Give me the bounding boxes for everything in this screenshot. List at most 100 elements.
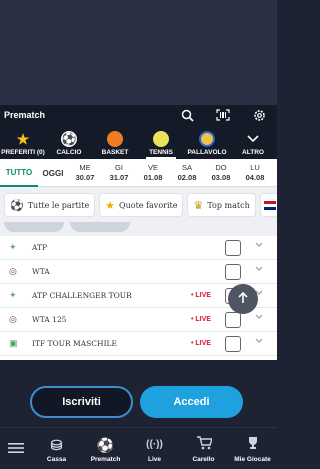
day-date: 04.08 bbox=[245, 173, 265, 182]
sport-tab-label: TENNIS bbox=[149, 149, 173, 156]
favorite-checkbox[interactable] bbox=[225, 240, 241, 256]
chevron-down-icon[interactable] bbox=[255, 241, 265, 251]
chevron-down-icon[interactable] bbox=[255, 337, 265, 347]
nav-label: Mie Giocate bbox=[234, 455, 271, 463]
sport-tab-label: PREFERITI (0) bbox=[1, 149, 45, 156]
sport-tab-calcio[interactable]: ⚽ CALCIO bbox=[46, 125, 92, 159]
itf-icon: ▣ bbox=[9, 338, 18, 348]
chip-top-match[interactable]: ♛ Top match bbox=[187, 193, 256, 217]
menu-button[interactable] bbox=[0, 428, 32, 469]
trophy-icon: ♛ bbox=[193, 198, 204, 212]
nav-carello[interactable]: Carello bbox=[179, 428, 228, 469]
register-button[interactable]: Iscriviti bbox=[30, 386, 133, 418]
sport-tab-label: PALLAVOLO bbox=[187, 149, 227, 156]
tennis-ball-icon bbox=[153, 131, 169, 147]
date-tab-day[interactable]: DO 03.08 bbox=[204, 159, 238, 187]
day-label: VE bbox=[147, 163, 158, 172]
nav-mie-giocate[interactable]: Mie Giocate bbox=[228, 428, 277, 469]
volleyball-icon bbox=[199, 131, 215, 147]
date-tab-day[interactable]: ME 30.07 bbox=[68, 159, 102, 187]
nav-label: Prematch bbox=[90, 455, 121, 463]
search-icon[interactable] bbox=[169, 105, 205, 125]
date-tab-oggi[interactable]: OGGI bbox=[38, 159, 68, 187]
carousel-placeholder bbox=[70, 222, 130, 232]
day-label: ME bbox=[79, 163, 91, 172]
nav-label: Cassa bbox=[46, 455, 67, 463]
date-tab-tutto[interactable]: TUTTO bbox=[0, 159, 38, 187]
sport-tab-altro[interactable]: ALTRO bbox=[230, 125, 276, 159]
soccer-ball-icon: ⚽ bbox=[96, 436, 115, 453]
tournament-name: ATP bbox=[32, 243, 48, 252]
sport-tab-label: ALTRO bbox=[242, 149, 264, 156]
live-badge: • LIVE bbox=[191, 316, 211, 323]
chip-label: Quote favorite bbox=[119, 200, 178, 210]
day-date: 30.07 bbox=[75, 173, 95, 182]
bottom-nav: ⛁ Cassa ⚽ Prematch ((·)) Live Carello Mi… bbox=[0, 427, 277, 469]
nav-cassa[interactable]: ⛁ Cassa bbox=[32, 428, 81, 469]
star-icon: ★ bbox=[16, 131, 30, 147]
atp-icon: ✦ bbox=[9, 290, 17, 300]
atp-icon: ✦ bbox=[9, 242, 17, 252]
basketball-icon bbox=[107, 131, 123, 147]
wta-icon: ◎ bbox=[9, 314, 17, 324]
day-date: 01.08 bbox=[143, 173, 163, 182]
favorite-checkbox[interactable] bbox=[225, 312, 241, 328]
date-tab-day[interactable]: VE 01.08 bbox=[136, 159, 170, 187]
quick-filter-chips: ⚽ Tutte le partite ★ Quote favorite ♛ To… bbox=[0, 188, 277, 222]
wta-icon: ◎ bbox=[9, 266, 17, 276]
arrow-up-icon bbox=[238, 291, 248, 307]
hamburger-menu-icon bbox=[8, 442, 24, 456]
tournament-row[interactable]: ◎ WTA bbox=[0, 260, 277, 284]
tournament-row[interactable]: ▣ ITF TOUR MASCHILE • LIVE bbox=[0, 332, 277, 356]
favorite-checkbox[interactable] bbox=[225, 336, 241, 352]
live-badge: • LIVE bbox=[191, 340, 211, 347]
top-dark-area bbox=[0, 0, 277, 105]
chevron-down-icon bbox=[245, 131, 261, 147]
coins-icon: ⛁ bbox=[50, 436, 63, 453]
tournament-name: ATP CHALLENGER TOUR bbox=[32, 291, 132, 300]
sport-tab-label: BASKET bbox=[101, 149, 129, 156]
day-date: 31.07 bbox=[109, 173, 129, 182]
date-tab-day[interactable]: SA 02.08 bbox=[170, 159, 204, 187]
cart-icon bbox=[196, 435, 213, 454]
qr-scan-icon[interactable] bbox=[205, 105, 241, 125]
sport-tab-label: CALCIO bbox=[56, 149, 82, 156]
chevron-down-icon[interactable] bbox=[255, 265, 265, 275]
sport-tab-pallavolo[interactable]: PALLAVOLO bbox=[184, 125, 230, 159]
chip-label: Tutte le partite bbox=[27, 200, 90, 210]
sport-tab-tennis[interactable]: TENNIS bbox=[138, 125, 184, 159]
soccer-ball-icon: ⚽ bbox=[10, 198, 24, 212]
day-label: DO bbox=[215, 163, 227, 172]
prematch-header: Prematch bbox=[0, 105, 277, 125]
tournament-name: WTA bbox=[32, 267, 50, 276]
carousel-placeholder bbox=[4, 222, 64, 232]
live-signal-icon: ((·)) bbox=[146, 438, 163, 450]
tournament-row[interactable]: ✦ ATP bbox=[0, 236, 277, 260]
nav-live[interactable]: ((·)) Live bbox=[130, 428, 179, 469]
scroll-to-top-button[interactable] bbox=[228, 284, 258, 314]
date-filter-bar: TUTTO OGGI ME 30.07 GI 31.07 VE 01.08 SA 02.… bbox=[0, 159, 277, 187]
live-badge: • LIVE bbox=[191, 292, 211, 299]
day-date: 03.08 bbox=[211, 173, 231, 182]
chevron-down-icon[interactable] bbox=[255, 313, 265, 323]
star-icon: ★ bbox=[105, 198, 116, 212]
sport-tab-preferiti[interactable]: ★ PREFERITI (0) bbox=[0, 125, 46, 159]
header-icons bbox=[169, 105, 277, 125]
date-tab-day[interactable]: LU 04.08 bbox=[238, 159, 272, 187]
nav-label: Carello bbox=[192, 455, 215, 463]
nav-label: Live bbox=[147, 455, 161, 463]
trophy-icon bbox=[246, 436, 260, 454]
day-date: 02.08 bbox=[177, 173, 197, 182]
chip-label: Top match bbox=[207, 200, 250, 210]
date-tab-day[interactable]: GI 31.07 bbox=[102, 159, 136, 187]
chip-tutte-le-partite[interactable]: ⚽ Tutte le partite bbox=[4, 193, 96, 217]
login-button[interactable]: Accedi bbox=[140, 386, 243, 418]
chip-quote-favorite[interactable]: ★ Quote favorite bbox=[99, 193, 184, 217]
favorite-checkbox[interactable] bbox=[225, 264, 241, 280]
nav-prematch[interactable]: ⚽ Prematch bbox=[81, 428, 130, 469]
tournament-name: WTA 125 bbox=[32, 315, 67, 324]
sport-tab-basket[interactable]: BASKET bbox=[92, 125, 138, 159]
chip-flag[interactable] bbox=[259, 193, 277, 217]
page-title: Prematch bbox=[4, 110, 46, 120]
settings-icon[interactable] bbox=[241, 105, 277, 125]
